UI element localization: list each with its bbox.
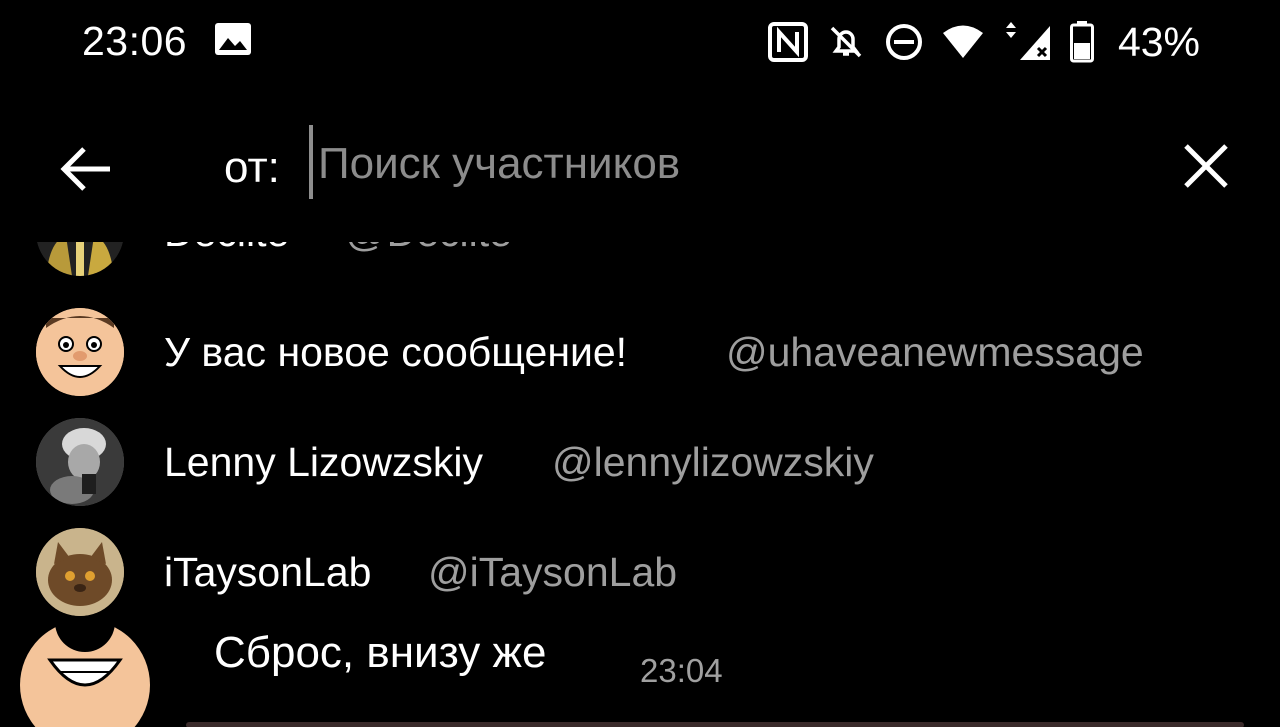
avatar: [36, 308, 124, 396]
close-icon[interactable]: [1180, 140, 1232, 192]
message-divider: [186, 722, 1244, 727]
avatar: [36, 528, 124, 616]
back-arrow-icon[interactable]: [58, 140, 116, 198]
nfc-icon: [767, 22, 808, 62]
message-timestamp: 23:04: [640, 652, 723, 689]
app-screen: 23:06 43% от: Поиск участников У вас нов…: [0, 0, 1280, 727]
bell-off-icon: [830, 26, 862, 58]
member-handle: @uhaveanewmessage: [726, 329, 1144, 375]
member-handle: @iTaysonLab: [428, 549, 678, 595]
search-filter-prefix: от:: [224, 143, 280, 192]
status-icons: 43%: [767, 18, 1200, 66]
battery-percent: 43%: [1117, 18, 1200, 65]
chat-message: Сброс, внизу же 23:04: [0, 620, 1280, 727]
text-cursor: [309, 125, 313, 199]
battery-icon: [1069, 21, 1094, 63]
member-search-input[interactable]: [318, 132, 1078, 196]
list-item[interactable]: Lenny Lizowzskiy @lennylizowzskiy: [0, 407, 1280, 517]
member-name: Lenny Lizowzskiy: [164, 439, 484, 485]
avatar: [36, 242, 124, 276]
message-avatar: [20, 620, 150, 727]
list-item[interactable]: iTaysonLab @iTaysonLab: [0, 517, 1280, 627]
message-text: Сброс, внизу же: [214, 628, 547, 677]
member-name: Decilte: [164, 242, 289, 256]
member-name: У вас новое сообщение!: [164, 329, 628, 375]
member-name: iTaysonLab: [164, 549, 372, 595]
member-handle: @lennylizowzskiy: [552, 439, 874, 485]
status-time: 23:06: [82, 18, 188, 64]
search-bar: от:: [0, 110, 1280, 220]
list-item[interactable]: Decilte @Decilte: [0, 242, 1280, 287]
list-item[interactable]: У вас новое сообщение! @uhaveanewmessage: [0, 297, 1280, 407]
wifi-icon: [942, 25, 983, 58]
member-results-list: Decilte @Decilte У вас новое сообщение! …: [0, 242, 1280, 627]
member-handle: @Decilte: [345, 242, 512, 256]
status-bar: 23:06 43%: [0, 0, 1280, 80]
avatar: [36, 418, 124, 506]
gallery-icon: [215, 23, 251, 55]
mobile-signal-icon: [1005, 22, 1050, 60]
do-not-disturb-icon: [885, 24, 922, 60]
